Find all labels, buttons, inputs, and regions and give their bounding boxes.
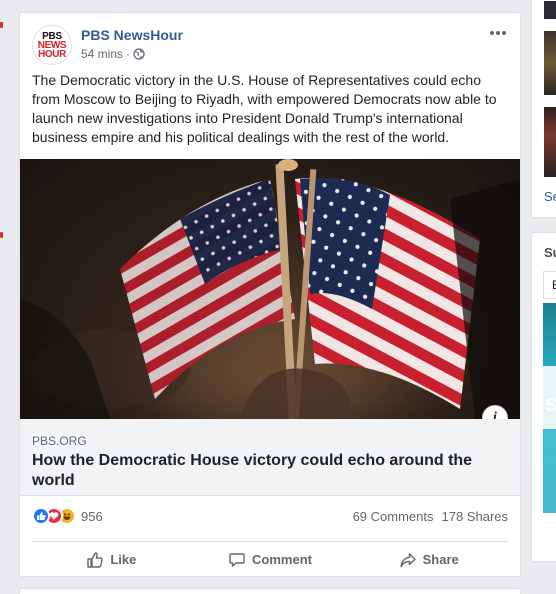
suggested-tab-label: E bbox=[552, 278, 556, 292]
post-header: PBS NEWS HOUR PBS NewsHour 54 mins · bbox=[32, 25, 508, 65]
suggested-tab[interactable]: E bbox=[543, 271, 556, 299]
see-more-link[interactable]: Se bbox=[544, 189, 556, 204]
post-stats: 956 69 Comments 178 Shares bbox=[32, 505, 508, 527]
reactions-count[interactable]: 956 bbox=[81, 509, 103, 524]
shares-count[interactable]: 178 Shares bbox=[442, 509, 509, 524]
next-post-card bbox=[19, 588, 521, 594]
logo-text-line3: HOUR bbox=[38, 48, 66, 60]
thumbs-up-icon bbox=[87, 551, 104, 568]
meta-separator: · bbox=[126, 47, 131, 61]
left-edge-marker bbox=[0, 232, 3, 238]
comment-label: Comment bbox=[252, 552, 312, 567]
suggested-title: Su bbox=[544, 245, 556, 260]
left-edge-marker bbox=[0, 22, 3, 28]
link-preview[interactable]: PBS.ORG How the Democratic House victory… bbox=[20, 419, 520, 496]
post-text: The Democratic victory in the U.S. House… bbox=[32, 72, 497, 145]
thumbnail[interactable] bbox=[544, 31, 556, 95]
ad-text: S bbox=[545, 395, 556, 415]
page-avatar[interactable]: PBS NEWS HOUR bbox=[32, 25, 72, 65]
share-label: Share bbox=[422, 552, 459, 567]
news-feed-post: PBS NEWS HOUR PBS NewsHour 54 mins · The… bbox=[19, 12, 521, 577]
thumbnail[interactable] bbox=[544, 107, 556, 177]
post-actions: Like Comment Share bbox=[32, 541, 508, 571]
like-label: Like bbox=[110, 552, 137, 567]
more-options-icon[interactable] bbox=[488, 27, 508, 39]
comment-icon bbox=[229, 552, 245, 567]
thumbnail[interactable] bbox=[544, 1, 556, 19]
reactions-summary[interactable]: 956 bbox=[32, 507, 103, 525]
stats-right: 69 Comments 178 Shares bbox=[353, 509, 508, 524]
like-reaction-icon bbox=[32, 507, 50, 525]
post-meta: 54 mins · bbox=[81, 47, 145, 61]
flags-photo bbox=[20, 159, 520, 419]
link-title[interactable]: How the Democratic House victory could e… bbox=[32, 451, 492, 491]
page-name-link[interactable]: PBS NewsHour bbox=[81, 27, 183, 43]
right-card-trending: Se bbox=[531, 0, 556, 218]
share-icon bbox=[399, 552, 416, 567]
globe-icon[interactable] bbox=[133, 48, 145, 60]
like-button[interactable]: Like bbox=[32, 542, 191, 571]
comments-count[interactable]: 69 Comments bbox=[353, 509, 434, 524]
comment-button[interactable]: Comment bbox=[191, 542, 350, 571]
left-edge bbox=[0, 0, 18, 594]
share-button[interactable]: Share bbox=[349, 542, 508, 571]
right-card-suggested: Su E S bbox=[531, 232, 556, 562]
post-image[interactable]: i bbox=[20, 159, 520, 419]
right-column: Se Su E S bbox=[531, 0, 556, 594]
suggested-ad-image[interactable]: S bbox=[543, 303, 556, 513]
link-domain: PBS.ORG bbox=[32, 434, 87, 448]
post-timestamp[interactable]: 54 mins bbox=[81, 47, 123, 61]
